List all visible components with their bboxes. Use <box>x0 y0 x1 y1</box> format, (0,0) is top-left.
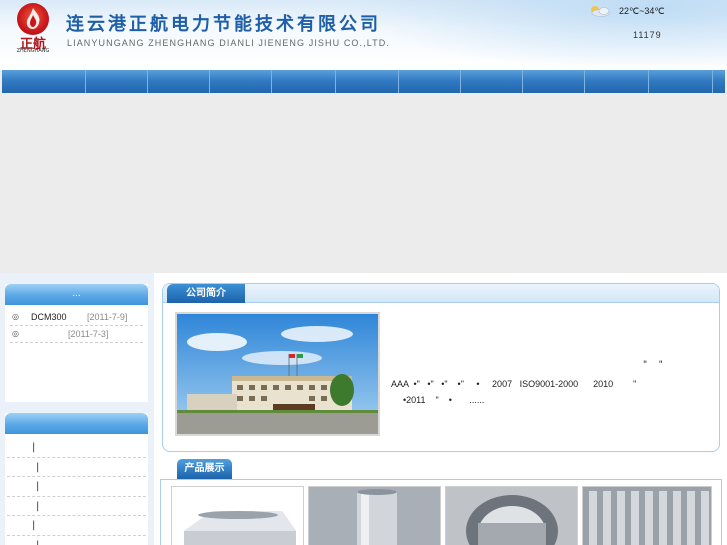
category-label: | <box>36 500 40 512</box>
about-text-line-2: •2011 " • ...... <box>403 395 485 405</box>
company-name-cn: 连云港正航电力节能技术有限公司 <box>66 14 381 35</box>
weather-widget: 22℃~34℃ <box>586 5 706 19</box>
about-panel: 公司简介 " " AAA •" •" •" •" • 2007 ISO9001-… <box>162 283 720 452</box>
main-nav <box>2 70 725 93</box>
banner-area <box>0 93 727 273</box>
nav-item-5[interactable] <box>272 70 336 93</box>
company-building-photo <box>175 312 380 436</box>
product-thumbnail[interactable] <box>445 486 578 545</box>
product-thumbnail[interactable] <box>171 486 304 545</box>
news-box: ... ◎ DCM300 [2011-7-9] ◎ [2011-7-3] <box>5 284 148 402</box>
company-name-en: LIANYUNGANG ZHENGHANG DIANLI JIENENG JIS… <box>67 38 390 48</box>
main-content: ... ◎ DCM300 [2011-7-9] ◎ [2011-7-3] | | <box>0 273 727 545</box>
product-thumbnail[interactable] <box>308 486 441 545</box>
nav-item-4[interactable] <box>210 70 272 93</box>
news-date: [2011-7-9] <box>87 312 128 322</box>
about-panel-header: 公司简介 <box>163 284 719 303</box>
company-logo[interactable]: 正航 ZHENGHANG <box>12 3 54 54</box>
news-title[interactable]: DCM300 <box>31 312 67 322</box>
nav-item-11[interactable] <box>649 70 713 93</box>
bullet-icon: ◎ <box>12 312 19 321</box>
category-label: | <box>32 520 36 531</box>
category-item[interactable]: | <box>7 438 146 458</box>
logo-flame-icon <box>17 3 49 35</box>
page: 正航 ZHENGHANG 连云港正航电力节能技术有限公司 LIANYUNGANG… <box>0 0 727 545</box>
product-gallery <box>160 479 722 545</box>
nav-item-9[interactable] <box>523 70 585 93</box>
category-item[interactable]: | <box>7 458 146 477</box>
site-header: 正航 ZHENGHANG 连云港正航电力节能技术有限公司 LIANYUNGANG… <box>0 0 727 70</box>
nav-item-8[interactable] <box>461 70 523 93</box>
news-date: [2011-7-3] <box>68 329 109 339</box>
logo-text: ZHENGHANG <box>16 48 50 54</box>
category-label: | <box>36 481 40 492</box>
products-title[interactable]: 产品展示 <box>177 459 232 479</box>
news-box-title: ... <box>5 284 148 305</box>
category-box-title <box>5 413 148 434</box>
category-item[interactable]: | <box>7 477 146 497</box>
nav-item-10[interactable] <box>585 70 649 93</box>
category-box: | | | | | | <box>5 413 148 545</box>
category-label: | <box>36 539 40 545</box>
news-item[interactable]: ◎ DCM300 [2011-7-9] <box>10 309 143 326</box>
nav-item-7[interactable] <box>399 70 461 93</box>
category-item[interactable]: | <box>7 516 146 536</box>
product-thumbnail[interactable] <box>582 486 712 545</box>
category-label: | <box>32 442 36 453</box>
category-item[interactable]: | <box>7 536 146 545</box>
partly-cloudy-icon <box>591 6 611 17</box>
news-item[interactable]: ◎ [2011-7-3] <box>10 326 143 343</box>
bullet-icon: ◎ <box>12 329 19 338</box>
nav-item-2[interactable] <box>86 70 148 93</box>
about-title[interactable]: 公司简介 <box>167 284 245 303</box>
temperature-text: 22℃~34℃ <box>619 6 665 16</box>
nav-item-1[interactable] <box>2 70 86 93</box>
nav-item-6[interactable] <box>336 70 399 93</box>
visit-counter: 11179 <box>633 30 662 40</box>
nav-item-12[interactable] <box>713 70 725 93</box>
category-item[interactable]: | <box>7 497 146 516</box>
category-label: | <box>36 461 40 473</box>
about-text-line-1: AAA •" •" •" •" • 2007 ISO9001-2000 2010… <box>391 379 637 389</box>
nav-item-3[interactable] <box>148 70 210 93</box>
left-sidebar: ... ◎ DCM300 [2011-7-9] ◎ [2011-7-3] | | <box>0 273 154 545</box>
about-quote-marks: " " <box>643 360 663 370</box>
